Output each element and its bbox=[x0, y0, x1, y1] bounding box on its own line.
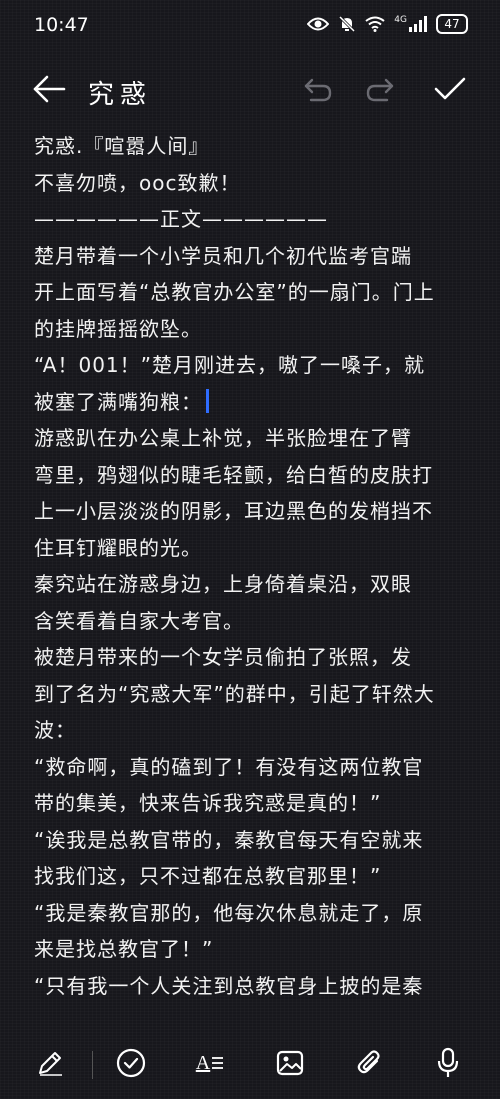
text-caret bbox=[206, 388, 209, 413]
redo-icon[interactable] bbox=[365, 78, 395, 106]
bottom-toolbar: A bbox=[0, 1023, 500, 1099]
note-line: 游惑趴在办公桌上补觉，半张脸埋在了臂 bbox=[34, 426, 412, 450]
note-line: 究惑.『喧嚣人间』 bbox=[34, 134, 210, 158]
undo-icon[interactable] bbox=[303, 78, 333, 106]
note-line: “救命啊，真的磕到了！有没有这两位教官 bbox=[34, 754, 424, 779]
text-format-icon[interactable]: A bbox=[190, 1043, 230, 1083]
wifi-icon bbox=[365, 16, 385, 32]
mute-bell-icon bbox=[338, 15, 356, 33]
note-line: “我是秦教官那的，他每次休息就走了，原 bbox=[34, 900, 424, 925]
note-line: 上一小层淡淡的阴影，耳边黑色的发梢挡不 bbox=[34, 499, 433, 523]
note-line: 的挂牌摇摇欲坠。 bbox=[34, 316, 202, 341]
arrow-left-icon[interactable] bbox=[32, 74, 68, 106]
checklist-icon[interactable] bbox=[111, 1043, 151, 1083]
signal-icon: 4G bbox=[394, 16, 427, 32]
note-line: 不喜勿喷，ooc致歉！ bbox=[34, 170, 241, 195]
pen-icon[interactable] bbox=[30, 1043, 70, 1083]
note-line: ——————正文—————— bbox=[34, 207, 328, 231]
note-line: 波： bbox=[34, 718, 76, 742]
battery-indicator: 47 bbox=[436, 14, 468, 34]
note-line: 含笑看着自家大考官。 bbox=[34, 608, 244, 633]
text-format-label: A bbox=[195, 1051, 211, 1074]
attachment-icon[interactable] bbox=[350, 1043, 390, 1083]
note-line: 开上面写着“总教官办公室”的一扇门。门上 bbox=[34, 280, 435, 304]
status-time: 10:47 bbox=[34, 14, 89, 36]
title-bar: 究惑 bbox=[0, 62, 500, 118]
toolbar-divider bbox=[92, 1051, 93, 1079]
note-line: 到了名为“究惑大军”的群中，引起了轩然大 bbox=[34, 681, 435, 706]
check-icon[interactable] bbox=[433, 74, 467, 108]
status-bar: 10:47 4G 47 bbox=[0, 0, 500, 50]
note-line: 住耳钉耀眼的光。 bbox=[34, 535, 202, 560]
note-line: 带的集美，快来告诉我究惑是真的！” bbox=[34, 791, 382, 815]
note-line: “只有我一个人关注到总教官身上披的是秦 bbox=[34, 973, 424, 998]
note-line-with-caret: 被塞了满嘴狗粮： bbox=[34, 384, 466, 421]
note-line: “A！001！”楚月刚进去，嗷了一嗓子，就 bbox=[34, 353, 425, 377]
note-line: “诶我是总教官带的，秦教官每天有空就来 bbox=[34, 827, 424, 852]
note-line-text: 被塞了满嘴狗粮： bbox=[34, 389, 202, 414]
microphone-icon[interactable] bbox=[428, 1043, 468, 1083]
image-icon[interactable] bbox=[270, 1043, 310, 1083]
note-line: 来是找总教官了！” bbox=[34, 937, 214, 961]
network-type: 4G bbox=[394, 15, 407, 25]
status-icons: 4G 47 bbox=[307, 14, 468, 34]
note-line: 弯里，鸦翅似的睫毛轻颤，给白皙的皮肤打 bbox=[34, 462, 433, 487]
note-line: 被楚月带来的一个女学员偷拍了张照，发 bbox=[34, 645, 412, 669]
note-title[interactable]: 究惑 bbox=[88, 74, 152, 111]
note-line: 秦究站在游惑身边，上身倚着桌沿，双眼 bbox=[34, 572, 412, 596]
note-line: 找我们这，只不过都在总教官那里！” bbox=[34, 864, 382, 888]
note-editor[interactable]: 究惑.『喧嚣人间』 不喜勿喷，ooc致歉！ ——————正文—————— 楚月带… bbox=[34, 128, 466, 1023]
eye-icon bbox=[307, 16, 330, 32]
note-line: 楚月带着一个小学员和几个初代监考官踹 bbox=[34, 243, 412, 268]
